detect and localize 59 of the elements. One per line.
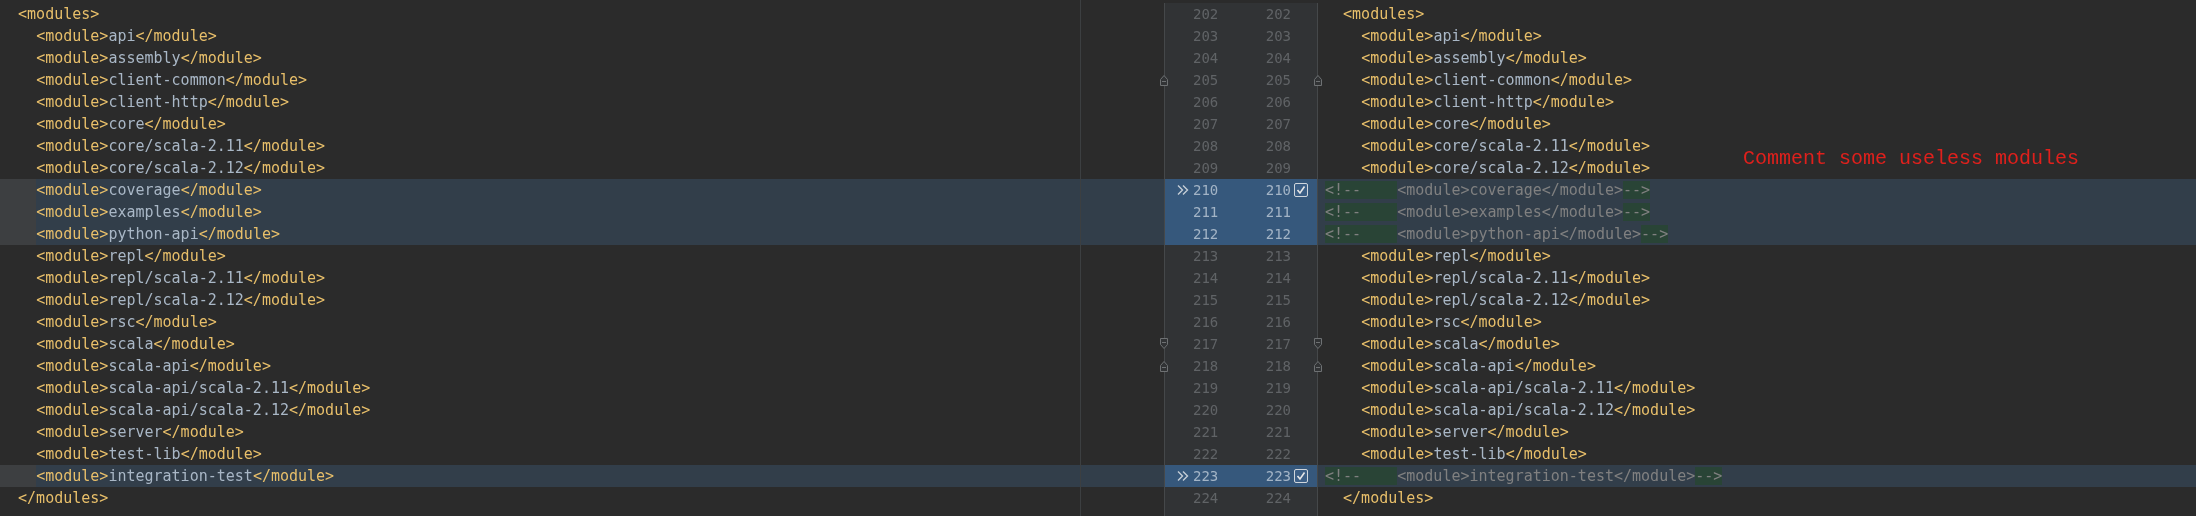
code-line: <module>server</module> xyxy=(1360,422,1569,443)
code-line: <module>repl</module> xyxy=(1360,246,1551,267)
code-line: <module>core/scala-2.12</module> xyxy=(35,158,327,179)
line-number: 212 xyxy=(1264,226,1291,242)
code-line: <module>api</module> xyxy=(35,26,218,47)
double-chevron-icon[interactable] xyxy=(1177,470,1189,482)
line-number: 223 xyxy=(1264,468,1291,484)
code-line: <module>test-lib</module> xyxy=(1360,444,1587,465)
code-line: <module>client-http</module> xyxy=(35,92,290,113)
code-line: <module>core</module> xyxy=(1360,114,1551,135)
code-line: <modules> xyxy=(1342,4,1425,25)
code-line: <module>integration-test</module> xyxy=(0,465,1164,487)
code-line: <module>repl/scala-2.11</module> xyxy=(35,268,327,289)
annotation-text: Comment some useless modules xyxy=(1743,147,2080,170)
code-line: <module>test-lib</module> xyxy=(35,444,263,465)
code-line: <module>rsc</module> xyxy=(35,312,218,333)
code-line: <module>examples</module> xyxy=(0,201,1164,223)
code-line: <module>scala-api/scala-2.11</module> xyxy=(35,378,372,399)
code-line: <modules> xyxy=(17,4,101,25)
code-line: </modules> xyxy=(17,488,110,509)
code-line: <module>repl/scala-2.12</module> xyxy=(1360,290,1651,311)
code-line: <module>core</module> xyxy=(35,114,227,135)
code-line: <module>client-common</module> xyxy=(35,70,309,91)
line-number: 211 xyxy=(1264,204,1291,220)
code-line: <module>core/scala-2.12</module> xyxy=(1360,158,1651,179)
code-line: <module>scala</module> xyxy=(35,334,236,355)
code-line: </modules> xyxy=(1342,488,1434,509)
fold-marker-icon[interactable] xyxy=(1160,338,1168,350)
double-chevron-icon[interactable] xyxy=(1177,184,1189,196)
fold-marker-icon[interactable] xyxy=(1160,74,1168,86)
code-line: <module>coverage</module> xyxy=(0,179,1164,201)
fold-marker-icon[interactable] xyxy=(1314,338,1322,350)
code-line: <module>core/scala-2.11</module> xyxy=(35,136,327,157)
code-line: <module>scala-api</module> xyxy=(1360,356,1596,377)
code-line: <module>assembly</module> xyxy=(1360,48,1587,69)
code-line: <module>repl/scala-2.11</module> xyxy=(1360,268,1651,289)
fold-marker-icon[interactable] xyxy=(1314,360,1322,372)
code-line: <module>scala-api/scala-2.12</module> xyxy=(1360,400,1696,421)
line-number: 211 xyxy=(1193,204,1217,220)
code-line: <module>assembly</module> xyxy=(35,48,263,69)
fold-marker-icon[interactable] xyxy=(1314,74,1322,86)
code-line: <module>api</module> xyxy=(1360,26,1542,47)
code-line: <module>core/scala-2.11</module> xyxy=(1360,136,1651,157)
line-number: 212 xyxy=(1193,226,1217,242)
code-line: <module>scala-api</module> xyxy=(35,356,272,377)
code-line: <module>repl</module> xyxy=(35,246,227,267)
code-line: <module>repl/scala-2.12</module> xyxy=(35,290,327,311)
code-line: <module>client-http</module> xyxy=(1360,92,1614,113)
code-line: <module>scala-api/scala-2.12</module> xyxy=(35,400,372,421)
code-line: <module>client-common</module> xyxy=(1360,70,1633,91)
line-number: 210 xyxy=(1264,182,1291,198)
line-number: 210 xyxy=(1193,182,1217,198)
code-line: <module>server</module> xyxy=(35,422,245,443)
code-line: <module>scala</module> xyxy=(1360,334,1560,355)
line-number: 223 xyxy=(1193,468,1217,484)
code-line: <module>rsc</module> xyxy=(1360,312,1542,333)
code-line: <module>scala-api/scala-2.11</module> xyxy=(1360,378,1696,399)
fold-marker-icon[interactable] xyxy=(1160,360,1168,372)
code-line: <module>python-api</module> xyxy=(0,223,1164,245)
